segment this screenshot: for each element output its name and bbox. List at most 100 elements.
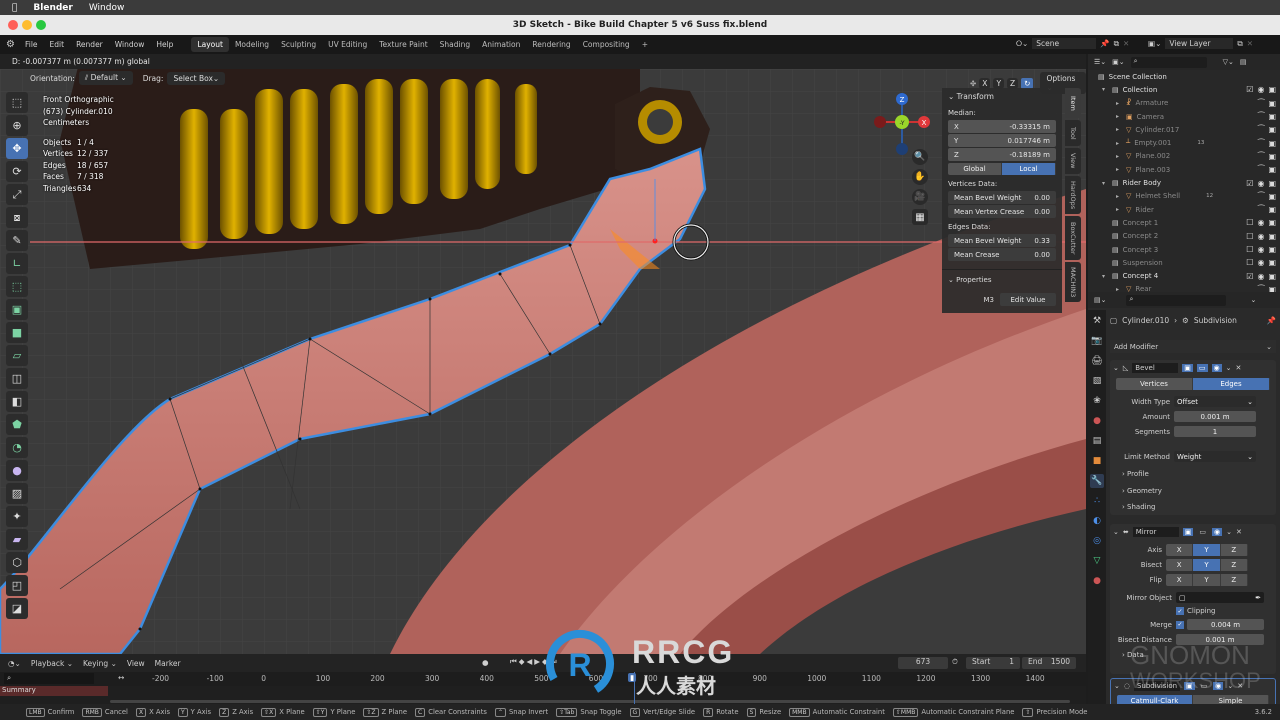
smooth-tool[interactable]: ● — [6, 460, 28, 481]
scene-tab-icon[interactable]: ❀ — [1090, 394, 1104, 408]
tab-boxcutter[interactable]: BoxCutter — [1065, 216, 1081, 260]
data-tab-icon[interactable]: ▽ — [1090, 554, 1104, 568]
tab-animation[interactable]: Animation — [476, 37, 526, 52]
expand-arrow-icon[interactable]: ▸ — [1116, 153, 1124, 160]
current-frame-field[interactable]: 673 — [898, 657, 948, 669]
expand-arrow-icon[interactable]: ▾ — [1102, 86, 1110, 93]
scene-icon[interactable]: ⭘⌄ — [1016, 39, 1028, 49]
bevel-tool[interactable]: ▱ — [6, 345, 28, 366]
subdivision-name-field[interactable]: Subdivision — [1133, 681, 1180, 691]
playback-controls[interactable]: ⏮◆◀▶◆⏭ — [510, 657, 559, 667]
boxcutter-tool[interactable]: ◪ — [6, 598, 28, 619]
expand-arrow-icon[interactable]: ▸ — [1116, 100, 1124, 107]
tab-view[interactable]: View — [1065, 148, 1081, 174]
tab-sculpting[interactable]: Sculpting — [275, 37, 322, 52]
bisect-x-button[interactable]: X — [1166, 559, 1194, 571]
outliner-item[interactable]: ▸ ☧ Armature ⁀ ▣ — [1088, 97, 1280, 110]
eye-icon[interactable]: ◉ — [1257, 85, 1264, 94]
outliner-item[interactable]: ▸ ▽ Helmet Shell 12 ⁀ ▣ — [1088, 190, 1280, 203]
shrink-fatten-tool[interactable]: ✦ — [6, 506, 28, 527]
shading-subpanel[interactable]: › Shading — [1122, 499, 1276, 516]
eye-closed-icon[interactable]: ⁀ — [1258, 165, 1264, 174]
mirror-object-field[interactable]: ▢ ✒ — [1176, 592, 1264, 603]
rotate-tool[interactable]: ⟳ — [6, 161, 28, 182]
eye-closed-icon[interactable]: ⁀ — [1258, 139, 1264, 148]
remove-modifier-icon[interactable]: ✕ — [1236, 528, 1242, 536]
minimize-window-button[interactable] — [22, 20, 32, 30]
editor-type-icon[interactable]: ▤⌄ — [1094, 296, 1106, 304]
mirror-butterfly-icon[interactable]: ✤ — [970, 79, 976, 88]
outliner-item[interactable]: ▸ ▽ Rider ⁀ ▣ — [1088, 203, 1280, 216]
delete-view-layer-icon[interactable]: ✕ — [1247, 39, 1253, 48]
remove-modifier-icon[interactable]: ✕ — [1237, 682, 1243, 690]
auto-merge-icon[interactable]: ↻ — [1021, 77, 1034, 89]
segments-field[interactable]: 1 — [1174, 426, 1256, 437]
scale-tool[interactable]: ⤢ — [6, 184, 28, 205]
render-camera-icon[interactable]: ▣ — [1268, 179, 1276, 188]
camera-view-icon[interactable]: 🎥 — [912, 189, 928, 205]
exclude-checkbox[interactable]: ☐ — [1246, 245, 1253, 254]
realtime-toggle[interactable]: ▭ — [1196, 364, 1208, 372]
eye-closed-icon[interactable]: ⁀ — [1258, 152, 1264, 161]
collection-tab-icon[interactable]: ▤ — [1090, 434, 1104, 448]
edit-mode-toggle[interactable]: ▣ — [1183, 682, 1195, 690]
merge-checkbox[interactable]: ✓ — [1176, 620, 1184, 629]
render-camera-icon[interactable]: ▣ — [1268, 258, 1276, 267]
eyedropper-icon[interactable]: ✒ — [1255, 594, 1261, 602]
outliner-item[interactable]: ▸ ▽ Cylinder.017 ⁀ ▣ — [1088, 123, 1280, 136]
render-camera-icon[interactable]: ▣ — [1268, 232, 1276, 241]
amount-field[interactable]: 0.001 m — [1174, 411, 1256, 422]
summary-label[interactable]: Summary — [0, 686, 108, 696]
view-layer-icon[interactable]: ▣⌄ — [1148, 39, 1161, 48]
exclude-checkbox[interactable]: ☑ — [1246, 85, 1253, 94]
edit-value-button[interactable]: Edit Value — [1000, 293, 1056, 306]
mean-vertex-crease-field[interactable]: Mean Vertex Crease 0.00 — [948, 205, 1056, 218]
modifiers-tab-icon[interactable]: 🔧 — [1090, 474, 1104, 488]
add-cube-tool[interactable]: ⬚ — [6, 276, 28, 297]
render-camera-icon[interactable]: ▣ — [1268, 85, 1276, 94]
exclude-checkbox[interactable]: ☑ — [1246, 272, 1253, 281]
median-y-field[interactable]: Y 0.017746 m — [948, 134, 1056, 147]
editor-type-clock-icon[interactable]: ◔⌄ — [8, 659, 21, 668]
render-camera-icon[interactable]: ▣ — [1268, 152, 1276, 161]
properties-panel-header[interactable]: ⌄ Properties — [942, 269, 1062, 284]
flip-x-button[interactable]: X — [1166, 574, 1194, 586]
flip-y-button[interactable]: Y — [1193, 574, 1221, 586]
outliner-item[interactable]: ▸ ┴ Empty.001 13 ⁀ ▣ — [1088, 136, 1280, 149]
render-camera-icon[interactable]: ▣ — [1268, 165, 1276, 174]
view-layer-filter-icon[interactable]: ▣⌄ — [1112, 58, 1124, 66]
eye-closed-icon[interactable]: ⁀ — [1258, 99, 1264, 108]
exclude-checkbox[interactable]: ☐ — [1246, 218, 1253, 227]
median-x-field[interactable]: X -0.33315 m — [948, 120, 1056, 133]
menu-edit[interactable]: Edit — [50, 40, 65, 49]
modifier-menu-icon[interactable]: ⌄ — [1226, 528, 1232, 536]
eye-closed-icon[interactable]: ⁀ — [1258, 125, 1264, 134]
pin-icon[interactable]: 📌 — [1100, 39, 1109, 48]
outliner-item[interactable]: ▤ Suspension ☐ ◉ ▣ — [1088, 256, 1280, 269]
marker-menu[interactable]: Marker — [155, 659, 181, 668]
delete-scene-icon[interactable]: ✕ — [1123, 39, 1129, 48]
mirror-y-toggle[interactable]: Y — [993, 77, 1005, 89]
outliner-item[interactable]: ▸ ▽ Plane.002 ⁀ ▣ — [1088, 150, 1280, 163]
eye-icon[interactable]: ◉ — [1257, 179, 1264, 188]
tab-tool[interactable]: Tool — [1065, 120, 1081, 146]
hops-tool[interactable]: ◰ — [6, 575, 28, 596]
expand-arrow-icon[interactable]: ▸ — [1116, 193, 1124, 200]
tab-hardops[interactable]: HardOps — [1065, 176, 1081, 214]
bisect-y-button[interactable]: Y — [1193, 559, 1221, 571]
render-camera-icon[interactable]: ▣ — [1268, 218, 1276, 227]
view-layer-field[interactable]: View Layer — [1165, 38, 1234, 49]
eye-closed-icon[interactable]: ⁀ — [1258, 205, 1264, 214]
edit-mode-toggle[interactable]: ▣ — [1182, 364, 1193, 372]
new-scene-icon[interactable]: ⧉ — [1114, 39, 1119, 49]
expand-arrow-icon[interactable]: ▾ — [1102, 180, 1110, 187]
exclude-checkbox[interactable]: ☐ — [1246, 232, 1253, 241]
affect-edges-button[interactable]: Edges — [1193, 378, 1270, 390]
spin-tool[interactable]: ◔ — [6, 437, 28, 458]
render-camera-icon[interactable]: ▣ — [1268, 192, 1276, 201]
eye-icon[interactable]: ◉ — [1257, 232, 1264, 241]
outliner-item[interactable]: ▾ ▤ Collection ☑ ◉ ▣ — [1088, 83, 1280, 96]
outliner-item[interactable]: ▸ ▣ Camera ⁀ ▣ — [1088, 110, 1280, 123]
render-toggle[interactable]: ◉ — [1212, 528, 1223, 536]
mean-bevel-weight-vertex-field[interactable]: Mean Bevel Weight 0.00 — [948, 191, 1056, 204]
